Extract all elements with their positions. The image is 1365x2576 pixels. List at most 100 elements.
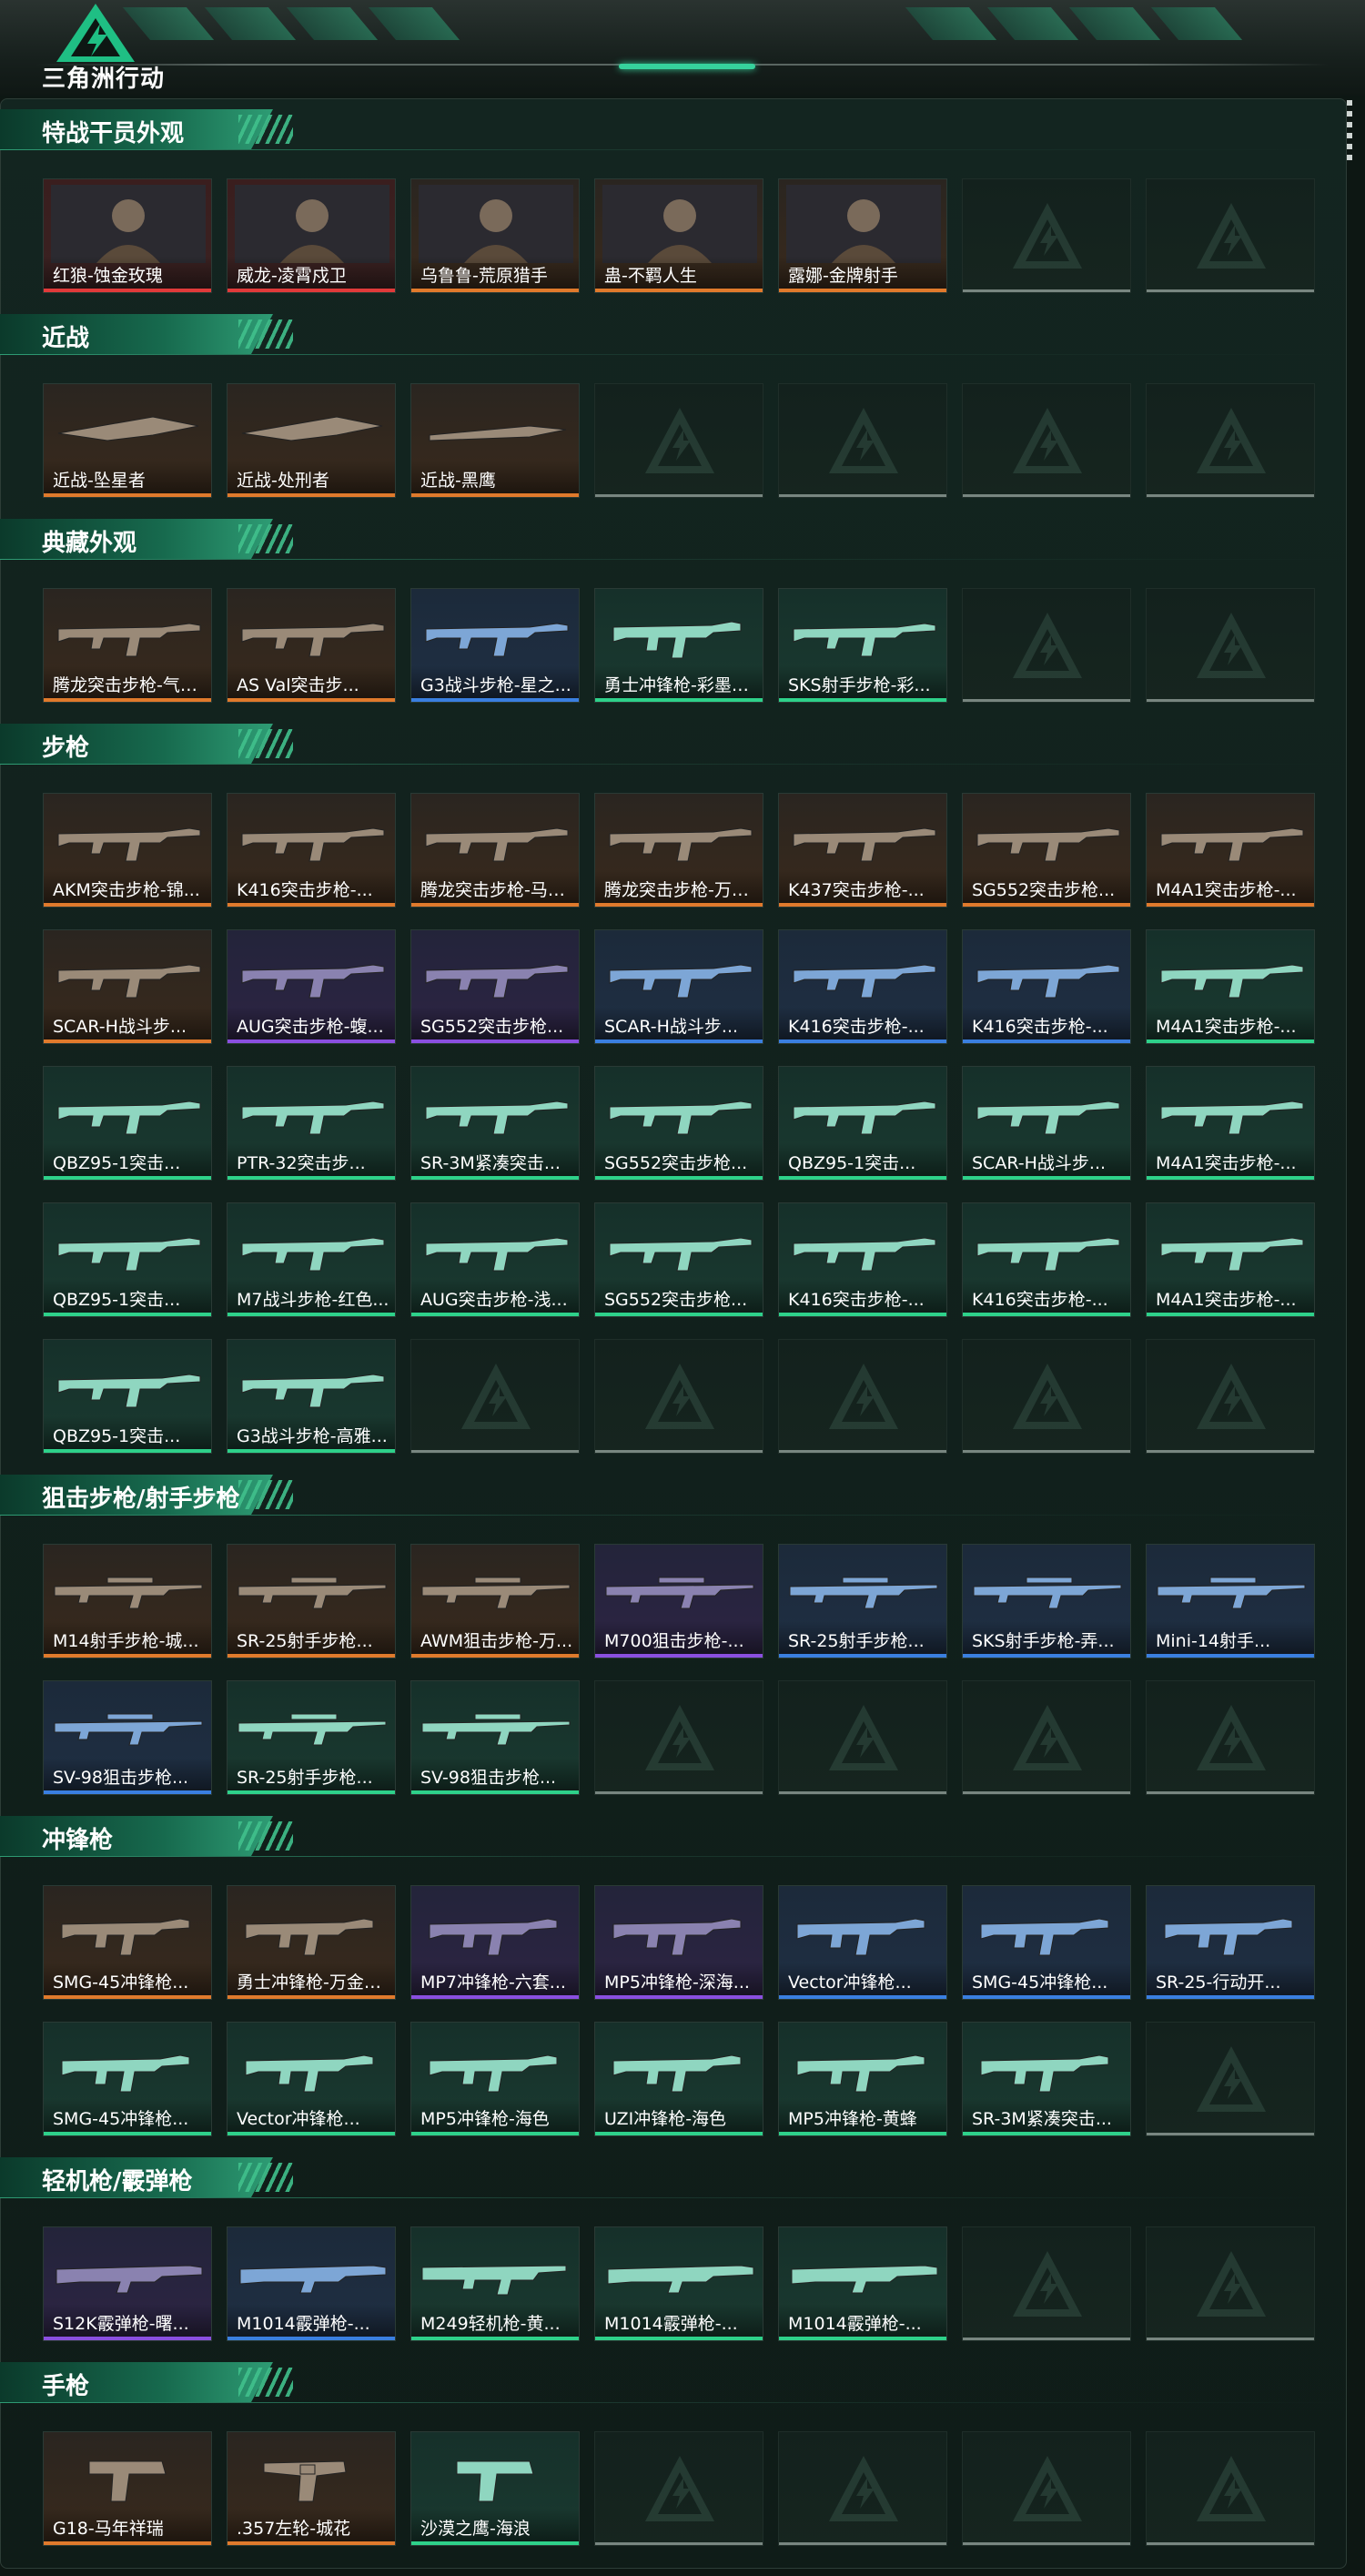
skin-card[interactable]: M1014霰弹枪-... (594, 2226, 763, 2341)
skin-card[interactable]: 腾龙突击步枪-气象... (43, 588, 212, 703)
skin-card[interactable]: 近战-处刑者 (227, 383, 396, 498)
skin-card[interactable]: SMG-45冲锋枪... (962, 1885, 1131, 2000)
skin-card[interactable]: AKM突击步枪-锦... (43, 793, 212, 908)
skin-card[interactable]: K416突击步枪-... (778, 929, 947, 1044)
skin-card[interactable]: QBZ95-1突击... (43, 1202, 212, 1317)
skin-card[interactable]: SCAR-H战斗步... (43, 929, 212, 1044)
skin-card[interactable]: QBZ95-1突击... (43, 1066, 212, 1181)
skin-card[interactable]: Vector冲锋枪... (778, 1885, 947, 2000)
rifle-icon (57, 623, 201, 657)
rarity-underline (595, 2337, 763, 2340)
skin-card[interactable]: 勇士冲锋枪-彩墨涂... (594, 588, 763, 703)
skin-card[interactable]: AWM狙击步枪-万... (410, 1544, 580, 1658)
scrollbar-handle[interactable] (1347, 100, 1352, 164)
section-header: 特战干员外观 (0, 109, 1345, 153)
skin-card[interactable]: M4A1突击步枪-... (1146, 1066, 1315, 1181)
rarity-underline (779, 2132, 946, 2135)
skin-card[interactable]: M4A1突击步枪-... (1146, 793, 1315, 908)
skin-card[interactable]: SMG-45冲锋枪... (43, 1885, 212, 2000)
skin-card[interactable]: M1014霰弹枪-... (778, 2226, 947, 2341)
skin-card[interactable]: MP5冲锋枪-海色 (410, 2022, 580, 2136)
skin-card[interactable]: M14射手步枪-城... (43, 1544, 212, 1658)
slot-underline (595, 1450, 763, 1453)
skin-card[interactable]: SG552突击步枪... (962, 793, 1131, 908)
slot-underline (1147, 1450, 1314, 1453)
skin-card[interactable]: G18-马年祥瑞 (43, 2431, 212, 2546)
skin-card[interactable]: SR-3M紧凑突击... (410, 1066, 580, 1181)
skin-card[interactable]: SG552突击步枪... (594, 1066, 763, 1181)
skin-card[interactable]: G3战斗步枪-星之... (410, 588, 580, 703)
slot-underline (595, 2542, 763, 2545)
skin-card[interactable]: S12K霰弹枪-曙... (43, 2226, 212, 2341)
rarity-underline (779, 1313, 946, 1316)
skin-card[interactable]: SV-98狙击步枪... (43, 1680, 212, 1795)
skin-card[interactable]: 乌鲁鲁-荒原猎手 (410, 178, 580, 293)
slot-underline (779, 1791, 946, 1794)
skin-card[interactable]: SR-25射手步枪... (227, 1680, 396, 1795)
skin-card[interactable]: M4A1突击步枪-... (1146, 929, 1315, 1044)
skin-card[interactable]: SR-25射手步枪... (227, 1544, 396, 1658)
section-divider (0, 354, 1345, 355)
skin-card[interactable]: 蛊-不羁人生 (594, 178, 763, 293)
skin-card[interactable]: .357左轮-城花 (227, 2431, 396, 2546)
delta-watermark-icon (1013, 1705, 1082, 1770)
skin-card[interactable]: 腾龙突击步枪-马年... (410, 793, 580, 908)
skin-card[interactable]: SCAR-H战斗步... (594, 929, 763, 1044)
skin-card[interactable]: 腾龙突击步枪-万金... (594, 793, 763, 908)
skin-card[interactable]: 沙漠之鹰-海浪 (410, 2431, 580, 2546)
rarity-underline (595, 1040, 763, 1043)
skin-card[interactable]: K416突击步枪-... (962, 929, 1131, 1044)
banner-glow-indicator (619, 64, 755, 69)
smg-icon (980, 1918, 1109, 1956)
skin-label: Vector冲锋枪... (237, 2109, 360, 2129)
skin-label: MP5冲锋枪-黄蜂 (788, 2109, 917, 2129)
skin-card[interactable]: K437突击步枪-... (778, 793, 947, 908)
skin-card[interactable]: K416突击步枪-... (227, 793, 396, 908)
skin-card[interactable]: 近战-黑鹰 (410, 383, 580, 498)
skin-card[interactable]: MP5冲锋枪-深海... (594, 1885, 763, 2000)
skin-card[interactable]: Vector冲锋枪... (227, 2022, 396, 2136)
skin-card[interactable]: K416突击步枪-... (778, 1202, 947, 1317)
skin-card[interactable]: M1014霰弹枪-... (227, 2226, 396, 2341)
skin-card[interactable]: MP7冲锋枪-六套... (410, 1885, 580, 2000)
skin-card[interactable]: AUG突击步枪-蝮... (227, 929, 396, 1044)
skin-card[interactable]: SR-25-行动开... (1146, 1885, 1315, 2000)
skin-card[interactable]: SG552突击步枪... (594, 1202, 763, 1317)
skin-card[interactable]: M4A1突击步枪-... (1146, 1202, 1315, 1317)
slot-underline (963, 699, 1130, 702)
skin-card[interactable]: PTR-32突击步... (227, 1066, 396, 1181)
banner-stripe (204, 7, 297, 40)
skin-card[interactable]: 威龙-凌霄戍卫 (227, 178, 396, 293)
skin-card[interactable]: K416突击步枪-... (962, 1202, 1131, 1317)
skin-card[interactable]: SG552突击步枪... (410, 929, 580, 1044)
rarity-underline (595, 289, 763, 292)
skin-card[interactable]: SR-3M紧凑突击... (962, 2022, 1131, 2136)
skin-card[interactable]: SV-98狙击步枪... (410, 1680, 580, 1795)
rarity-underline (411, 2132, 579, 2135)
skin-card[interactable]: 露娜-金牌射手 (778, 178, 947, 293)
skin-card[interactable]: M7战斗步枪-红色... (227, 1202, 396, 1317)
skin-card[interactable]: AS Val突击步... (227, 588, 396, 703)
skin-card[interactable]: SKS射手步枪-彩... (778, 588, 947, 703)
skin-label: SR-25-行动开... (1156, 1973, 1281, 1993)
skin-card[interactable]: 近战-坠星者 (43, 383, 212, 498)
skin-card[interactable]: SCAR-H战斗步... (962, 1066, 1131, 1181)
skin-card[interactable]: SMG-45冲锋枪... (43, 2022, 212, 2136)
skin-card[interactable]: QBZ95-1突击... (43, 1339, 212, 1454)
skin-card[interactable]: 红狼-蚀金玫瑰 (43, 178, 212, 293)
skin-label: .357左轮-城花 (237, 2519, 351, 2539)
skin-card[interactable]: G3战斗步枪-高雅... (227, 1339, 396, 1454)
skin-label: M249轻机枪-黄... (420, 2314, 561, 2334)
skin-card[interactable]: SKS射手步枪-弄... (962, 1544, 1131, 1658)
skin-card[interactable]: 勇士冲锋枪-万金泪... (227, 1885, 396, 2000)
skin-card[interactable]: AUG突击步枪-浅... (410, 1202, 580, 1317)
skin-card[interactable]: Mini-14射手... (1146, 1544, 1315, 1658)
skin-card[interactable]: SR-25射手步枪... (778, 1544, 947, 1658)
skin-card[interactable]: MP5冲锋枪-黄蜂 (778, 2022, 947, 2136)
skin-card[interactable]: QBZ95-1突击... (778, 1066, 947, 1181)
skin-label: SR-3M紧凑突击... (972, 2109, 1112, 2129)
rarity-underline (1147, 1995, 1314, 1999)
skin-card[interactable]: M249轻机枪-黄... (410, 2226, 580, 2341)
skin-card[interactable]: M700狙击步枪-... (594, 1544, 763, 1658)
skin-card[interactable]: UZI冲锋枪-海色 (594, 2022, 763, 2136)
